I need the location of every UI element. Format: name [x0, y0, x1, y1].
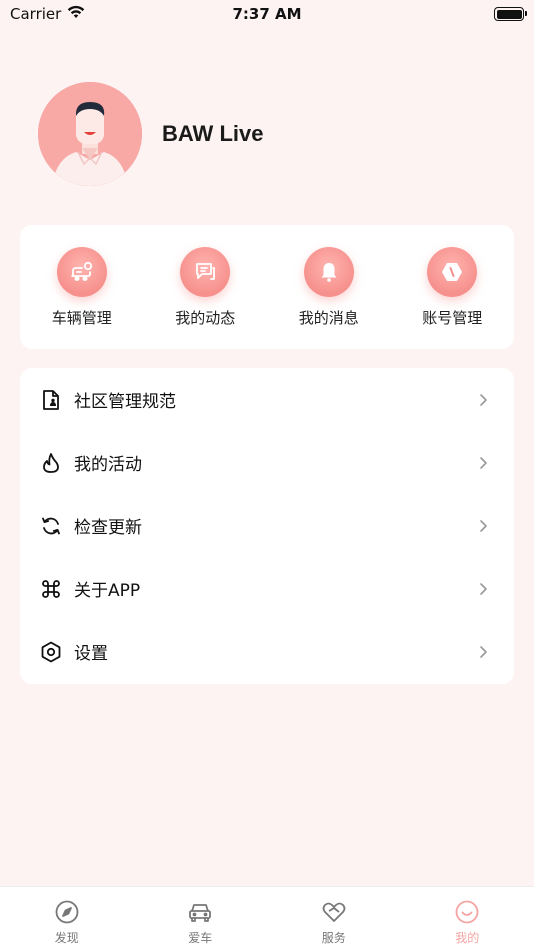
tab-label: 服务: [321, 931, 346, 945]
tab-service[interactable]: 服务: [267, 887, 401, 950]
chevron-right-icon: [480, 456, 487, 469]
quick-action-account[interactable]: 账号管理: [397, 246, 507, 328]
chevron-right-icon: [480, 645, 487, 658]
quick-action-label: 车辆管理: [51, 308, 112, 327]
quick-actions-card: 车辆管理 我的动态 我的消息 账号管理: [20, 225, 514, 349]
username: BAW Live: [162, 121, 264, 146]
menu-item-label: 社区管理规范: [74, 392, 176, 412]
menu-item-check-update[interactable]: 检查更新: [20, 494, 514, 557]
chat-icon: [180, 246, 231, 297]
heart-service-icon: [321, 899, 347, 925]
menu-item-label: 我的活动: [74, 455, 142, 475]
smile-icon: [454, 899, 480, 925]
car-icon: [187, 899, 213, 925]
status-left: Carrier: [10, 5, 85, 23]
tab-label: 我的: [455, 931, 480, 945]
command-icon: [40, 578, 62, 600]
tab-mine[interactable]: 我的: [401, 887, 534, 950]
menu-item-label: 关于APP: [74, 581, 141, 601]
quick-action-vehicle[interactable]: 车辆管理: [27, 246, 137, 328]
menu-item-label: 设置: [74, 644, 108, 664]
tab-label: 发现: [54, 931, 79, 945]
quick-action-messages[interactable]: 我的消息: [274, 246, 384, 328]
tab-label: 爱车: [188, 931, 213, 945]
carrier-label: Carrier: [10, 5, 62, 23]
battery-icon: [494, 7, 527, 21]
menu-item-label: 检查更新: [74, 518, 142, 538]
tab-bar: 发现 爱车 服务 我的: [0, 886, 534, 950]
car-service-icon: [56, 246, 107, 297]
tab-discover[interactable]: 发现: [0, 887, 134, 950]
menu-card: 社区管理规范 我的活动 检查更新 关于APP 设置: [20, 368, 514, 684]
chevron-right-icon: [480, 582, 487, 595]
profile-header[interactable]: BAW Live: [38, 82, 263, 186]
menu-item-settings[interactable]: 设置: [20, 620, 514, 683]
flame-icon: [40, 452, 62, 474]
chevron-right-icon: [480, 393, 487, 406]
quick-action-label: 账号管理: [422, 308, 483, 327]
quick-action-posts[interactable]: 我的动态: [150, 246, 260, 328]
quick-action-label: 我的消息: [298, 308, 359, 327]
document-icon: [40, 389, 62, 411]
account-icon: [427, 246, 478, 297]
settings-icon: [40, 641, 62, 663]
avatar[interactable]: [38, 82, 142, 186]
wifi-icon: [67, 5, 85, 23]
menu-item-about-app[interactable]: 关于APP: [20, 557, 514, 620]
bell-icon: [303, 246, 354, 297]
compass-icon: [54, 899, 80, 925]
status-bar: Carrier 7:37 AM: [0, 0, 534, 28]
menu-item-community-rules[interactable]: 社区管理规范: [20, 368, 514, 431]
refresh-icon: [40, 515, 62, 537]
quick-action-label: 我的动态: [175, 308, 236, 327]
menu-item-activities[interactable]: 我的活动: [20, 431, 514, 494]
chevron-right-icon: [480, 519, 487, 532]
tab-my-car[interactable]: 爱车: [134, 887, 268, 950]
